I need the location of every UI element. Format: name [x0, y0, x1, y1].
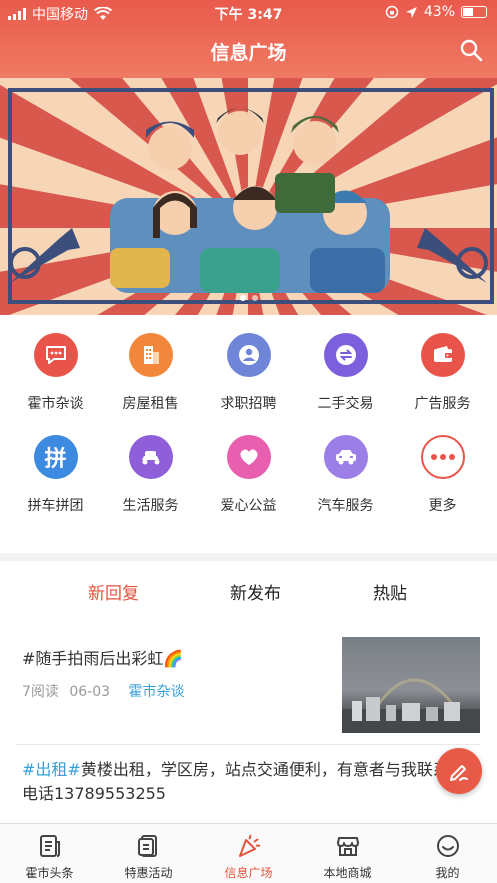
post-item[interactable]: #随手拍雨后出彩虹🌈 7阅读 06-03 霍市杂谈	[22, 645, 342, 701]
service-car[interactable]: 汽车服务	[296, 435, 395, 515]
bottom-nav: 霍市头条 特惠活动 信息广场 本地商城 我的	[0, 823, 497, 883]
location-icon	[405, 6, 417, 18]
divider	[16, 744, 481, 745]
nav-local-mall[interactable]: 本地商城	[298, 834, 397, 881]
post-title: #随手拍雨后出彩虹🌈	[22, 649, 184, 668]
carousel-dots	[0, 295, 497, 301]
nav-info-square[interactable]: 信息广场	[199, 834, 298, 881]
feed-section: 新回复 新发布 热贴 #随手拍雨后出彩虹🌈 7阅读 06-03 霍市杂谈 #出租…	[0, 561, 497, 823]
nav-label: 我的	[435, 866, 460, 880]
service-housing[interactable]: 房屋租售	[101, 333, 200, 413]
carousel-dot[interactable]	[251, 295, 258, 301]
service-label: 房屋租售	[122, 396, 179, 412]
coupon-icon	[137, 835, 157, 857]
page-title: 信息广场	[210, 42, 287, 64]
store-icon	[336, 837, 359, 856]
service-label: 霍市杂谈	[27, 396, 84, 412]
post-text: 黄楼出租，学区房，站点交通便利，有意者与我联系	[80, 760, 449, 779]
battery-percent: 43%	[423, 4, 455, 20]
banner-frame	[8, 88, 494, 304]
search-icon[interactable]	[459, 38, 483, 62]
scooter-icon	[128, 435, 173, 479]
more-icon	[420, 435, 465, 479]
service-label: 广告服务	[414, 396, 471, 412]
service-label: 爱心公益	[220, 498, 277, 514]
chat-icon	[33, 333, 78, 377]
service-huoshi-chat[interactable]: 霍市杂谈	[6, 333, 105, 413]
post-thumbnail[interactable]	[342, 637, 480, 733]
tab-new-posts[interactable]: 新发布	[230, 579, 281, 604]
tab-hot-posts[interactable]: 热贴	[373, 579, 407, 604]
post-item[interactable]: #出租#黄楼出租，学区房，站点交通便利，有意者与我联系 电话1378955325…	[22, 758, 462, 806]
service-label: 更多	[428, 498, 457, 514]
service-label: 生活服务	[122, 498, 179, 514]
service-label: 二手交易	[317, 396, 374, 412]
header: 中国移动 下午 3:47 43% 信息广场	[0, 0, 497, 78]
nav-deals[interactable]: 特惠活动	[99, 834, 198, 881]
carousel-dot[interactable]	[239, 295, 246, 301]
service-secondhand[interactable]: 二手交易	[296, 333, 395, 413]
news-icon	[39, 835, 60, 857]
post-tag[interactable]: #出租#	[22, 760, 81, 779]
services-grid: 霍市杂谈 房屋租售 求职招聘 二手交易 广告服务 拼 拼车拼团 生活服务 爱心公…	[0, 315, 497, 553]
post-category[interactable]: 霍市杂谈	[129, 684, 185, 700]
post-meta: 7阅读 06-03 霍市杂谈	[22, 681, 342, 701]
post-date: 06-03	[69, 684, 111, 700]
nav-label: 本地商城	[323, 866, 372, 880]
lock-rotation-icon	[385, 5, 399, 19]
nav-headlines[interactable]: 霍市头条	[0, 834, 99, 881]
battery-icon	[461, 6, 487, 18]
service-carpool[interactable]: 拼 拼车拼团	[6, 435, 105, 515]
service-jobs[interactable]: 求职招聘	[199, 333, 298, 413]
nav-label: 特惠活动	[124, 866, 173, 880]
smile-icon	[436, 835, 459, 857]
pen-icon	[450, 765, 468, 781]
pin-icon: 拼	[33, 435, 78, 479]
wallet-icon	[420, 333, 465, 377]
exchange-icon	[323, 333, 368, 377]
service-charity[interactable]: 爱心公益	[199, 435, 298, 515]
service-label: 拼车拼团	[27, 498, 84, 514]
car-icon	[323, 435, 368, 479]
building-icon	[128, 333, 173, 377]
tab-new-replies[interactable]: 新回复	[88, 579, 139, 604]
heart-icon	[226, 435, 271, 479]
service-life[interactable]: 生活服务	[101, 435, 200, 515]
person-icon	[226, 333, 271, 377]
status-bar: 中国移动 下午 3:47 43%	[0, 0, 497, 26]
compose-button[interactable]	[436, 748, 482, 794]
party-icon	[238, 834, 260, 857]
nav-label: 霍市头条	[25, 866, 74, 880]
feed-tabs: 新回复 新发布 热贴	[0, 561, 497, 621]
nav-label: 信息广场	[224, 866, 273, 880]
service-label: 求职招聘	[220, 396, 277, 412]
nav-mine[interactable]: 我的	[398, 834, 497, 881]
post-phone: 电话13789553255	[22, 784, 166, 803]
post-reads: 7阅读	[22, 684, 59, 700]
service-ads[interactable]: 广告服务	[393, 333, 492, 413]
service-more[interactable]: 更多	[393, 435, 492, 515]
banner-carousel[interactable]	[0, 78, 497, 315]
service-label: 汽车服务	[317, 498, 374, 514]
